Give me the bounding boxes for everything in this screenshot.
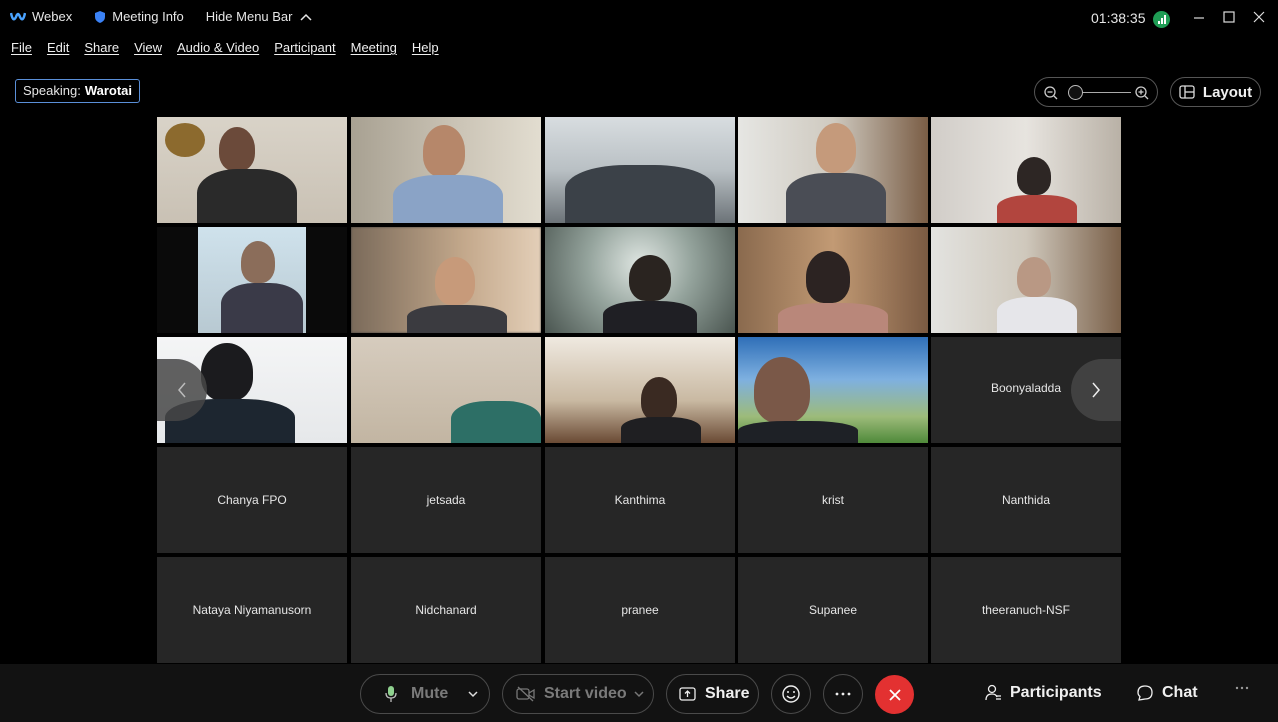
menu-share[interactable]: Share [84, 40, 119, 60]
microphone-icon [385, 686, 397, 702]
video-tile[interactable] [738, 227, 928, 333]
chevron-right-icon [1092, 382, 1100, 398]
participant-name-tile[interactable]: pranee [545, 557, 735, 663]
zoom-control [1034, 77, 1158, 107]
participant-name-tile[interactable]: Nidchanard [351, 557, 541, 663]
leave-meeting-button[interactable] [875, 675, 914, 714]
chevron-down-icon[interactable] [467, 690, 479, 698]
video-off-icon [516, 686, 535, 702]
participant-video-grid: Boonyaladda Chanya FPO jetsada Kanthima … [157, 117, 1122, 663]
video-tile[interactable] [931, 117, 1121, 223]
network-signal-icon[interactable] [1153, 11, 1170, 28]
zoom-slider-handle[interactable] [1068, 85, 1083, 100]
zoom-in-icon[interactable] [1134, 85, 1150, 101]
participant-name-tile[interactable]: Nataya Niyamanusorn [157, 557, 347, 663]
zoom-out-icon[interactable] [1043, 85, 1059, 101]
chevron-down-icon[interactable] [633, 690, 645, 698]
participant-name-tile[interactable]: Supanee [738, 557, 928, 663]
menu-meeting[interactable]: Meeting [351, 40, 397, 60]
meeting-controls-bar: Mute Start video Share Participants Chat [0, 664, 1278, 722]
menu-file[interactable]: File [11, 40, 32, 60]
participant-name-tile[interactable]: theeranuch-NSF [931, 557, 1121, 663]
video-tile[interactable] [351, 227, 541, 333]
video-tile[interactable] [545, 227, 735, 333]
menu-participant[interactable]: Participant [274, 40, 335, 60]
more-options-button[interactable] [823, 674, 863, 714]
video-tile[interactable] [351, 337, 541, 443]
participant-name-tile[interactable]: Nanthida [931, 447, 1121, 553]
participant-name-tile[interactable]: Kanthima [545, 447, 735, 553]
ellipsis-icon [1235, 686, 1249, 690]
smiley-icon [782, 685, 800, 703]
meeting-info-button[interactable]: Meeting Info [94, 9, 184, 24]
meeting-timer: 01:38:35 [1091, 10, 1146, 26]
share-screen-icon [679, 687, 696, 701]
grid-layout-icon [1179, 85, 1195, 99]
chat-button[interactable]: Chat [1136, 684, 1198, 702]
maximize-icon[interactable] [1219, 8, 1239, 28]
chevron-up-icon [299, 13, 312, 21]
webex-app-label: Webex [10, 9, 72, 24]
menu-audio-video[interactable]: Audio & Video [177, 40, 259, 60]
video-tile[interactable] [157, 227, 347, 333]
layout-button[interactable]: Layout [1170, 77, 1261, 107]
menu-edit[interactable]: Edit [47, 40, 69, 60]
menu-bar: File Edit Share View Audio & Video Parti… [0, 40, 454, 60]
menu-view[interactable]: View [134, 40, 162, 60]
ellipsis-icon [835, 692, 851, 696]
reactions-button[interactable] [771, 674, 811, 714]
participant-name-tile[interactable]: jetsada [351, 447, 541, 553]
active-speaker-name: Warotai [84, 83, 133, 98]
video-tile[interactable] [545, 117, 735, 223]
webex-logo-icon [10, 12, 26, 20]
video-tile[interactable] [545, 337, 735, 443]
video-tile[interactable] [157, 117, 347, 223]
active-speaker-badge: Speaking: Warotai [15, 79, 141, 103]
close-icon[interactable] [1249, 8, 1269, 28]
video-tile[interactable] [738, 337, 928, 443]
video-tile[interactable] [351, 117, 541, 223]
zoom-slider-track[interactable] [1075, 92, 1131, 93]
chevron-left-icon [178, 382, 186, 398]
mute-button[interactable]: Mute [360, 674, 490, 714]
title-bar: Webex Meeting Info Hide Menu Bar 01:38:3… [0, 0, 1278, 38]
hide-menu-bar-button[interactable]: Hide Menu Bar [206, 9, 319, 24]
close-icon [888, 688, 901, 701]
video-tile[interactable] [931, 227, 1121, 333]
more-panels-button[interactable] [1235, 686, 1257, 690]
chat-bubble-icon [1137, 685, 1153, 701]
video-tile[interactable] [738, 117, 928, 223]
menu-help[interactable]: Help [412, 40, 439, 60]
participants-button[interactable]: Participants [984, 684, 1102, 702]
minimize-icon[interactable] [1189, 8, 1209, 28]
share-button[interactable]: Share [666, 674, 759, 714]
start-video-button[interactable]: Start video [502, 674, 654, 714]
shield-icon [95, 10, 106, 23]
participant-name-tile[interactable]: Chanya FPO [157, 447, 347, 553]
participant-name-tile[interactable]: krist [738, 447, 928, 553]
participants-icon [985, 684, 1001, 701]
